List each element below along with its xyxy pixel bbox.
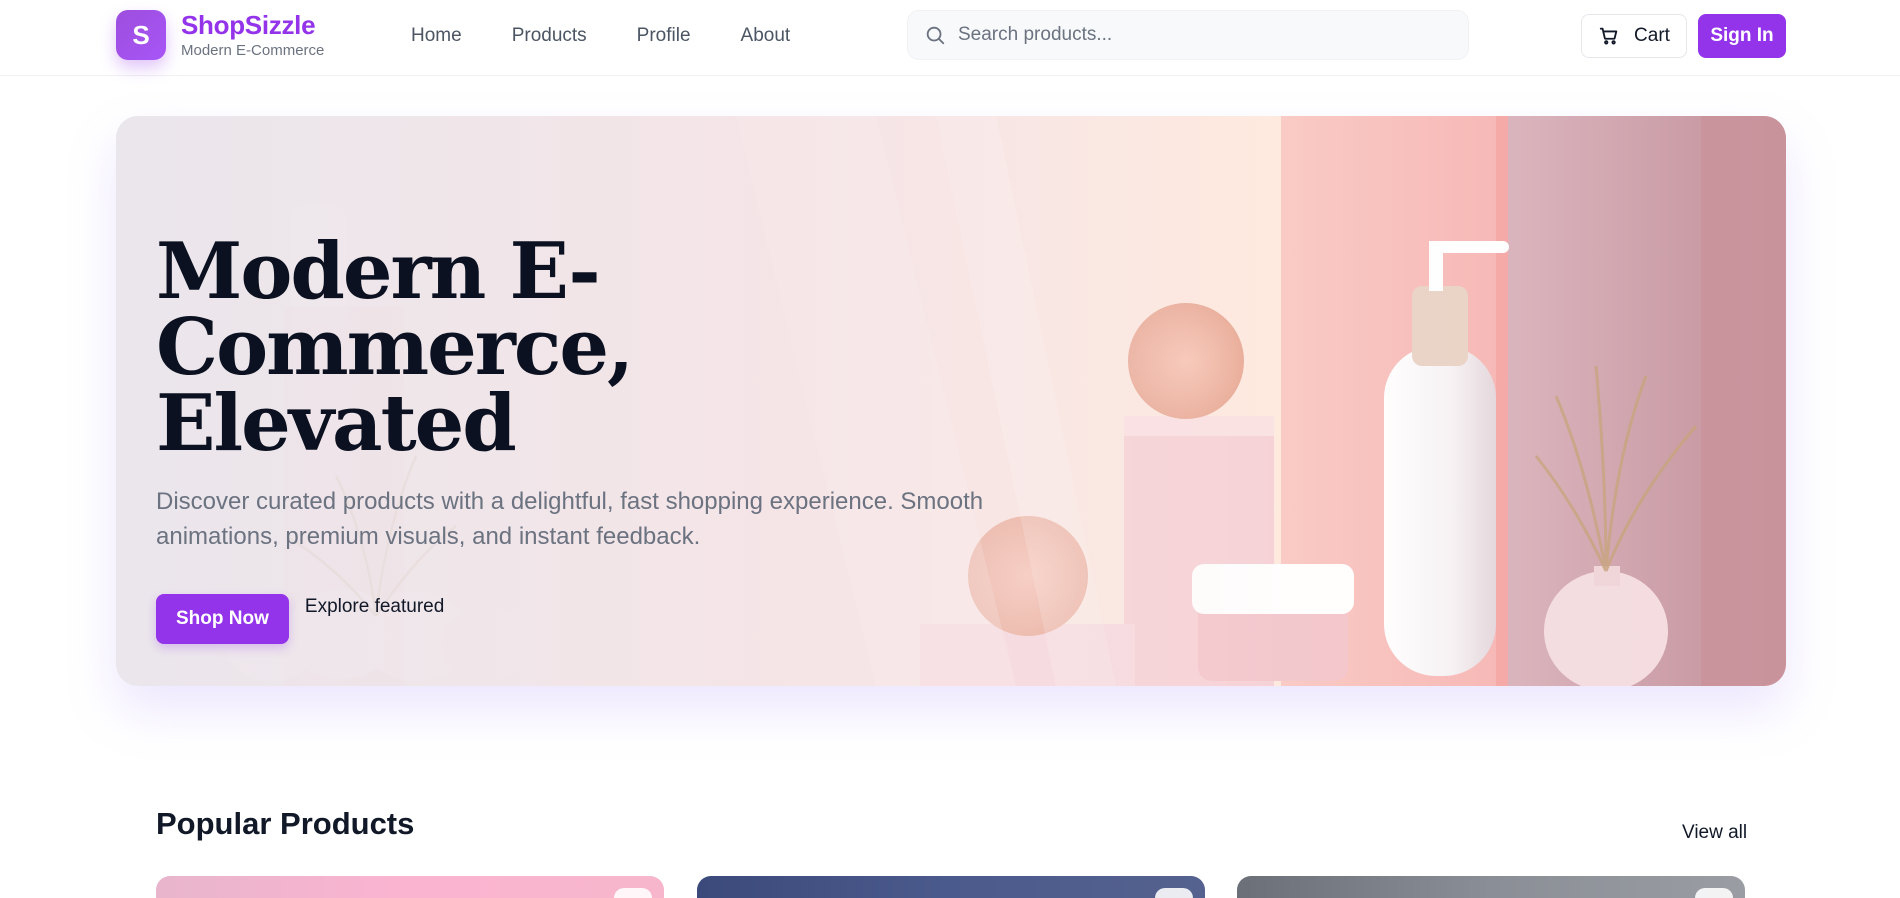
product-card[interactable] [697, 876, 1205, 898]
cart-label: Cart [1634, 25, 1670, 46]
brand-name: ShopSizzle [181, 10, 316, 40]
hero-title-line-2: Elevated [156, 378, 517, 469]
sign-in-button[interactable]: Sign In [1698, 14, 1786, 58]
hero-actions: Shop Now Explore featured [156, 594, 1056, 644]
brand-logo[interactable]: S ShopSizzle Modern E-Commerce [116, 10, 324, 60]
explore-featured-link[interactable]: Explore featured [305, 596, 444, 618]
brand-text: ShopSizzle Modern E-Commerce [181, 10, 324, 60]
search-input[interactable] [958, 24, 1438, 46]
wishlist-button[interactable] [1155, 888, 1193, 898]
wishlist-button[interactable] [614, 888, 652, 898]
logo-badge: S [116, 10, 166, 60]
nav-profile[interactable]: Profile [637, 22, 691, 50]
nav-products[interactable]: Products [512, 22, 587, 50]
popular-products-title: Popular Products [156, 806, 415, 841]
hero-subtitle: Discover curated products with a delight… [156, 488, 984, 550]
brand-tagline: Modern E-Commerce [181, 42, 325, 59]
main-nav: Home Products Profile About [411, 22, 840, 50]
nav-about[interactable]: About [741, 22, 791, 50]
view-all-link[interactable]: View all [1682, 822, 1747, 844]
cart-button[interactable]: Cart [1581, 14, 1687, 58]
search-bar [907, 10, 1469, 60]
hero-banner: Modern E-Commerce, Elevated Discover cur… [116, 116, 1786, 686]
shop-now-button[interactable]: Shop Now [156, 594, 289, 644]
wishlist-button[interactable] [1695, 888, 1733, 898]
search-icon [926, 26, 945, 45]
nav-home[interactable]: Home [411, 22, 462, 50]
cart-icon [1599, 27, 1618, 45]
hero-title: Modern E-Commerce, Elevated [156, 233, 1056, 463]
product-card[interactable] [156, 876, 664, 898]
hero-title-line-1: Modern E-Commerce, [156, 226, 634, 393]
hero-content: Modern E-Commerce, Elevated Discover cur… [156, 233, 1056, 644]
top-navbar: S ShopSizzle Modern E-Commerce Home Prod… [0, 0, 1900, 76]
product-card[interactable] [1237, 876, 1745, 898]
